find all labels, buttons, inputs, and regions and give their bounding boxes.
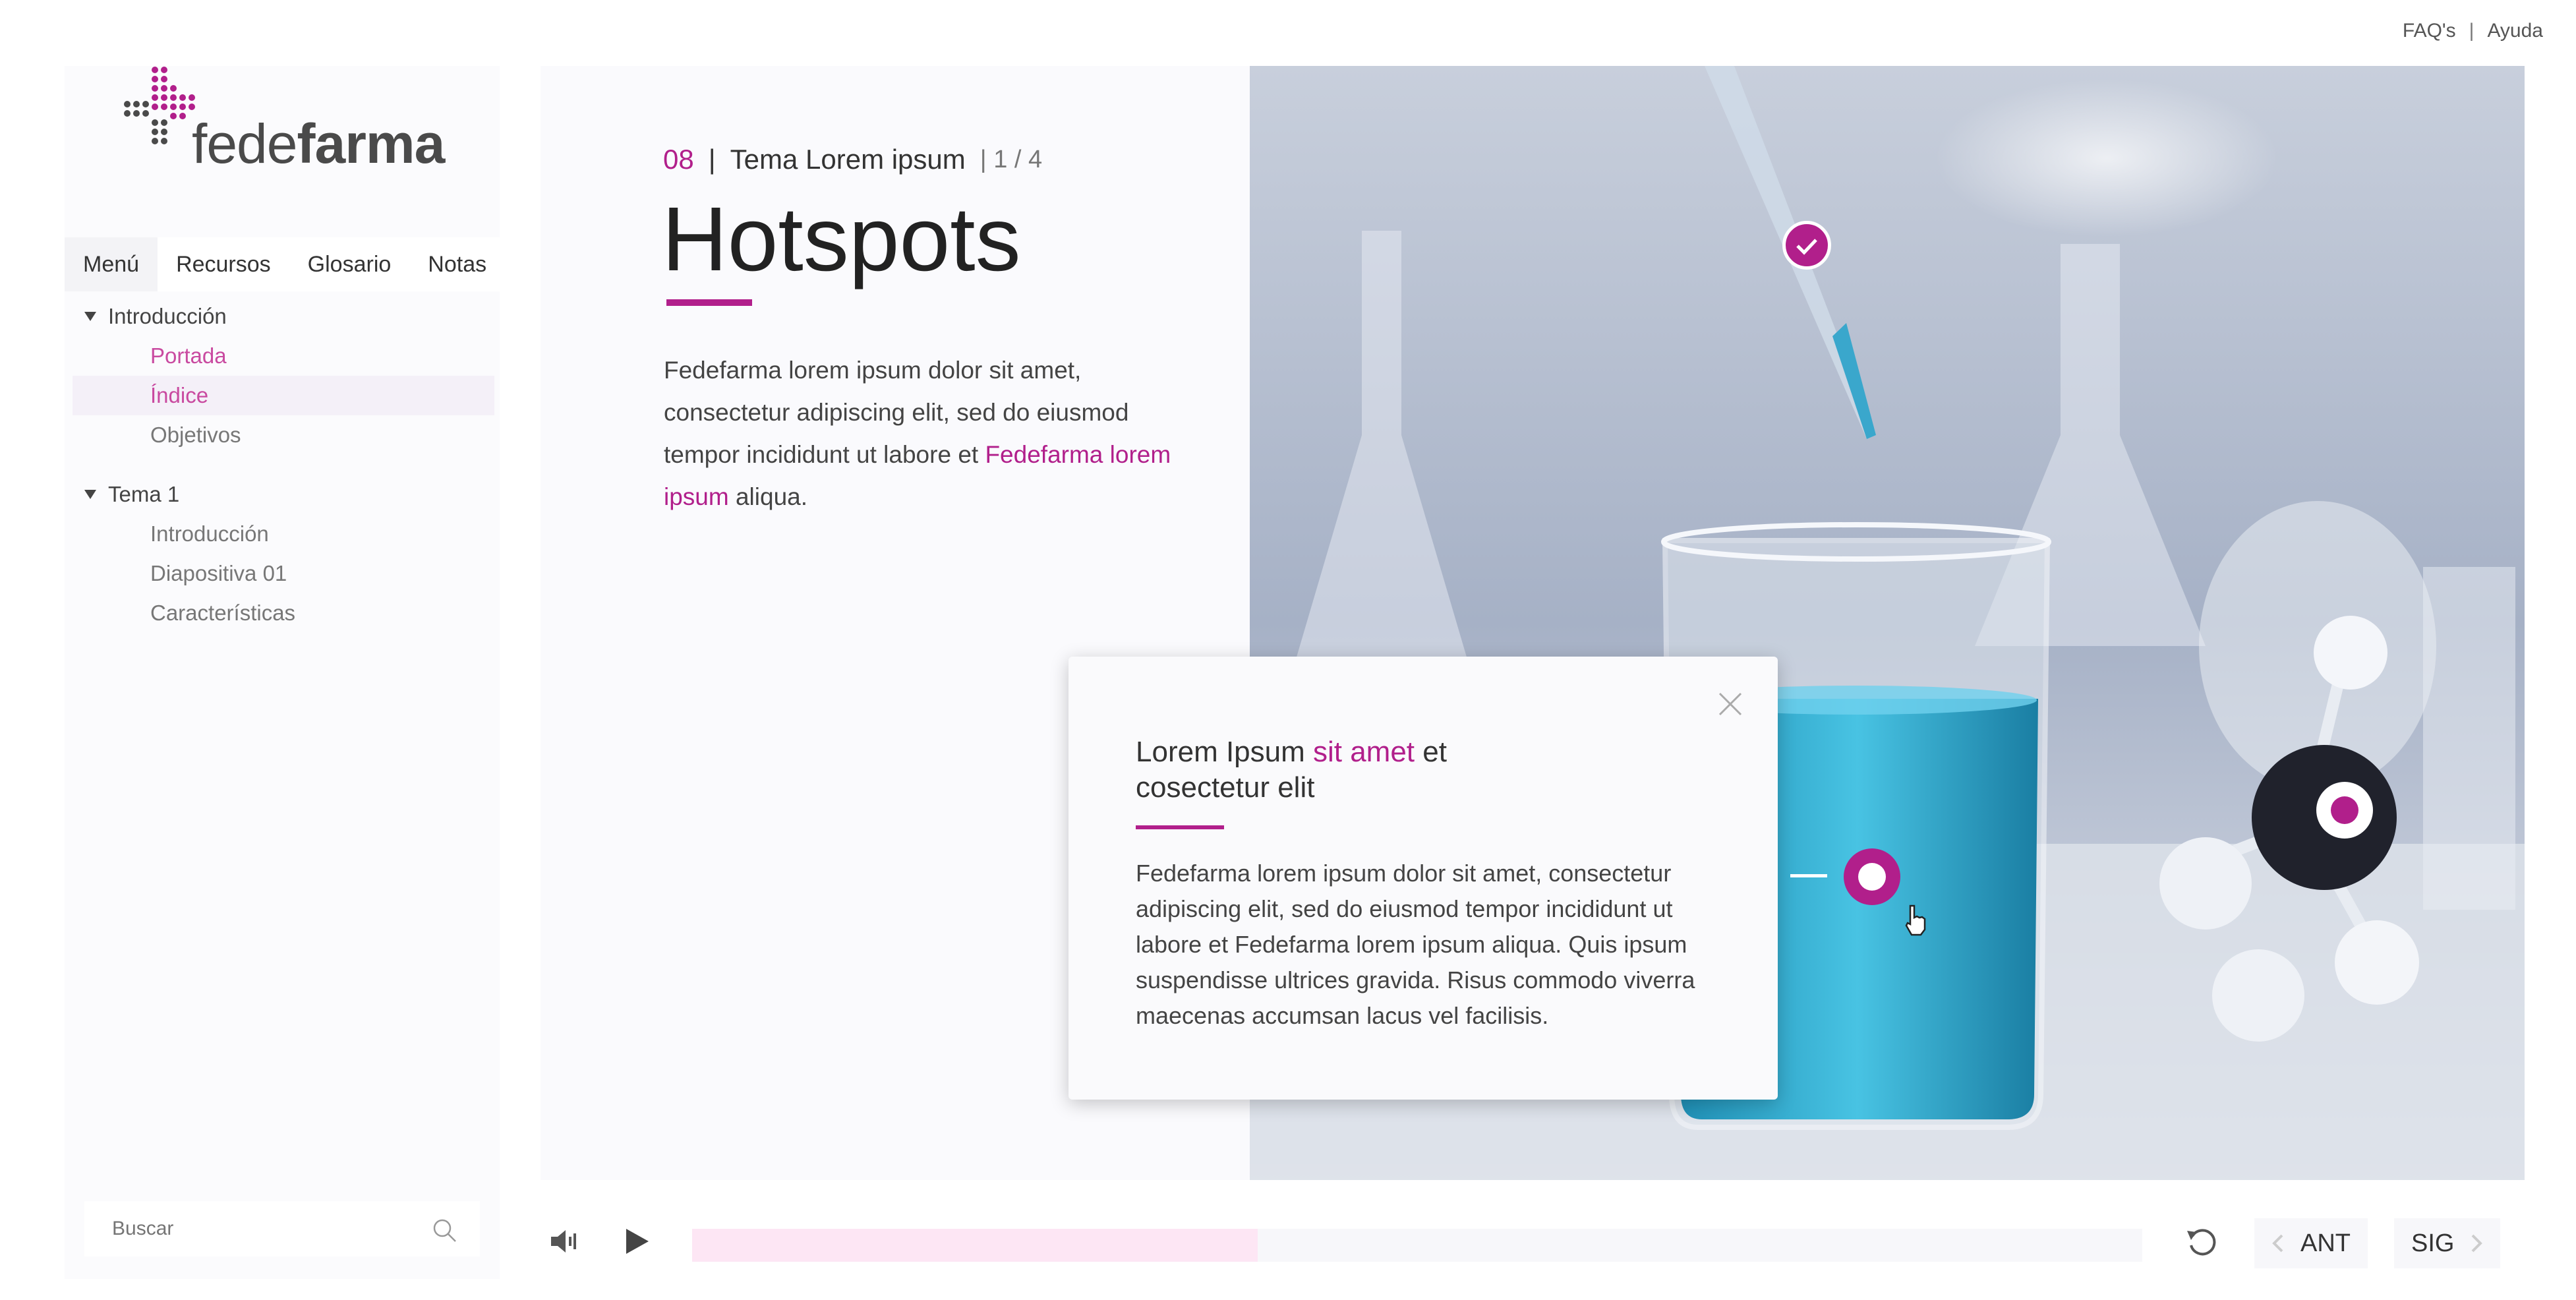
player-controls: ANT SIG [541, 1213, 2525, 1272]
menu-item-portada[interactable]: Portada [73, 336, 494, 376]
replay-button[interactable] [2179, 1218, 2225, 1264]
top-links-separator: | [2469, 20, 2474, 42]
search-icon[interactable] [431, 1217, 457, 1243]
logo-light: fede [192, 113, 297, 175]
slide-kicker: 08 | Tema Lorem ipsum | 1 / 4 [663, 144, 1042, 175]
play-button[interactable] [613, 1218, 659, 1264]
popup-body: Fedefarma lorem ipsum dolor sit amet, co… [1136, 860, 1695, 1029]
hand-cursor-icon [1905, 904, 1926, 936]
slide-paragraph: Fedefarma lorem ipsum dolor sit amet, co… [664, 349, 1178, 518]
replay-icon [2187, 1229, 2216, 1256]
menu-group-label: Introducción [108, 304, 227, 328]
menu-group-tema-1: Tema 1 Introducción Diapositiva 01 Carac… [73, 475, 494, 633]
logo-bold: farma [297, 113, 446, 175]
menu-group-header[interactable]: Tema 1 [73, 475, 494, 514]
progress-bar[interactable] [692, 1229, 2142, 1262]
popup-title-underline [1136, 825, 1224, 829]
para-text-end: aliqua. [728, 483, 808, 510]
check-icon [1796, 239, 1817, 255]
hotspot-visited-check[interactable] [1782, 221, 1831, 270]
kicker-separator: | [708, 144, 716, 175]
menu-group-introduccion: Introducción Portada Índice Objetivos [73, 297, 494, 455]
menu-item-indice[interactable]: Índice [73, 376, 494, 415]
search-input[interactable] [84, 1201, 414, 1256]
slide-title: Hotspots [662, 189, 1021, 290]
caret-down-icon [84, 312, 96, 321]
hotspot-unvisited[interactable] [2316, 782, 2373, 839]
speaker-icon [551, 1230, 576, 1253]
next-label: SIG [2411, 1229, 2455, 1257]
prev-button[interactable]: ANT [2254, 1218, 2368, 1268]
help-link[interactable]: Ayuda [2487, 20, 2543, 42]
tab-menu[interactable]: Menú [65, 237, 158, 291]
title-underline [666, 299, 752, 306]
search-box [84, 1201, 480, 1256]
slide-area: 08 | Tema Lorem ipsum | 1 / 4 Hotspots F… [541, 66, 2525, 1180]
next-button[interactable]: SIG [2394, 1218, 2501, 1268]
popup-title: Lorem Ipsum sit amet et cosectetur elit [1136, 734, 1531, 806]
hotspot-popup: Lorem Ipsum sit amet et cosectetur elit … [1068, 657, 1778, 1100]
progress-fill [692, 1229, 1258, 1262]
menu-item-diapositiva-01[interactable]: Diapositiva 01 [73, 554, 494, 593]
tab-recursos[interactable]: Recursos [158, 237, 289, 291]
chevron-left-icon [2272, 1234, 2283, 1253]
tab-notas[interactable]: Notas [409, 237, 505, 291]
menu-group-header[interactable]: Introducción [73, 297, 494, 336]
sidebar: fedefarma Menú Recursos Glosario Notas I… [65, 66, 500, 1279]
menu-item-caracteristicas[interactable]: Características [73, 593, 494, 633]
prev-label: ANT [2300, 1229, 2351, 1257]
slide-page-counter: | 1 / 4 [980, 145, 1043, 173]
faq-link[interactable]: FAQ's [2403, 20, 2456, 42]
top-links: FAQ's | Ayuda [2403, 20, 2543, 42]
caret-down-icon [84, 490, 96, 499]
logo-wordmark: fedefarma [192, 112, 446, 176]
volume-button[interactable] [541, 1218, 587, 1264]
slide-topic: Tema Lorem ipsum [730, 144, 966, 175]
popup-title-accent: sit amet [1312, 736, 1415, 768]
menu-item-objetivos[interactable]: Objetivos [73, 415, 494, 455]
hotspot-active[interactable] [1844, 848, 1900, 905]
menu-item-introduccion[interactable]: Introducción [73, 514, 494, 554]
popup-title-text: Lorem Ipsum [1136, 736, 1313, 768]
close-icon[interactable] [1717, 691, 1743, 717]
menu-group-label: Tema 1 [108, 482, 180, 506]
hotspot-connector-line [1790, 874, 1827, 877]
fedefarma-logo: fedefarma [121, 66, 450, 198]
tab-glosario[interactable]: Glosario [289, 237, 410, 291]
slide-number: 08 [663, 144, 694, 175]
sidebar-tabs: Menú Recursos Glosario Notas [65, 237, 500, 291]
chevron-right-icon [2472, 1234, 2483, 1253]
menu-tree: Introducción Portada Índice Objetivos Te… [73, 297, 494, 653]
play-icon [626, 1229, 649, 1254]
